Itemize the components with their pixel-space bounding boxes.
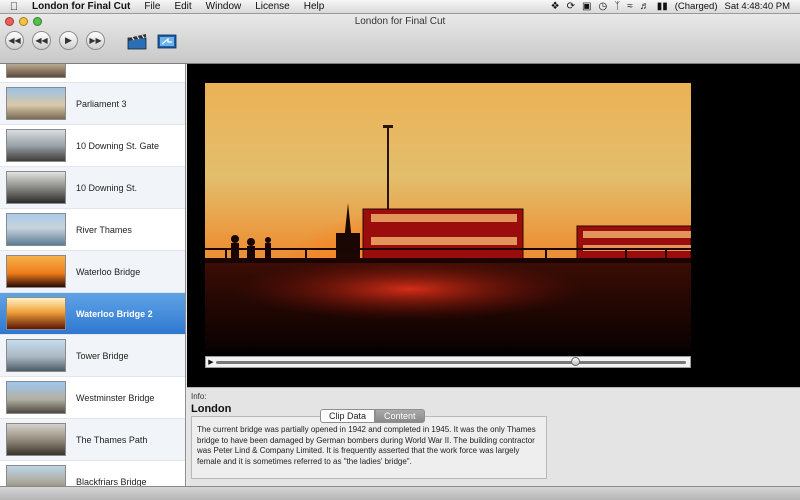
volume-icon[interactable]: ♬ <box>640 1 650 13</box>
clip-thumbnail <box>6 213 66 246</box>
clip-list-item[interactable]: 10 Downing St. <box>0 167 185 209</box>
menu-file[interactable]: File <box>137 0 167 14</box>
clip-thumbnail <box>6 381 66 414</box>
clip-list-item[interactable]: Tower Bridge <box>0 335 185 377</box>
clip-list-item[interactable]: The Thames Path <box>0 419 185 461</box>
wifi-icon[interactable]: ≈ <box>627 1 633 13</box>
window-bottom-bar <box>0 486 800 500</box>
menu-license[interactable]: License <box>248 0 296 14</box>
clip-thumbnail <box>6 423 66 456</box>
clip-label: Parliament 3 <box>76 98 127 109</box>
clip-list-item[interactable]: Parliament 3 <box>0 83 185 125</box>
clip-label: 10 Downing St. Gate <box>76 140 160 151</box>
scrubber-knob[interactable] <box>570 356 580 366</box>
clapper-board-icon[interactable] <box>127 32 147 50</box>
battery-icon[interactable]: ▮▮ <box>657 1 668 13</box>
playback-scrubber[interactable]: ▶ <box>205 356 691 368</box>
info-tabs: Clip Data Content <box>320 409 425 423</box>
rewind-button[interactable]: ◀◀ <box>32 31 51 50</box>
clip-list-item[interactable]: 10 Downing St. Gate <box>0 125 185 167</box>
menu-window[interactable]: Window <box>199 0 249 14</box>
clip-list-item[interactable]: Waterloo Bridge <box>0 251 185 293</box>
clip-thumbnail <box>6 171 66 204</box>
window-title: London for Final Cut <box>354 16 446 27</box>
info-label: Info: <box>191 392 207 401</box>
fast-forward-button[interactable]: ▶▶ <box>86 31 105 50</box>
tab-content[interactable]: Content <box>375 409 425 423</box>
skip-back-button[interactable]: ◀◀ <box>5 31 24 50</box>
skip-back-icon: ◀◀ <box>8 36 21 45</box>
clip-thumbnail <box>6 339 66 372</box>
video-frame[interactable] <box>205 83 691 350</box>
clip-thumbnail <box>6 87 66 120</box>
clip-list-item[interactable] <box>0 64 185 83</box>
clip-list-item[interactable]: Waterloo Bridge 2 <box>0 293 185 335</box>
toolbar: ◀◀ ◀◀ ▶ ▶▶ <box>5 31 177 50</box>
dropbox-icon[interactable]: ❖ <box>551 1 560 13</box>
menu-app-name[interactable]: London for Final Cut <box>28 0 137 14</box>
fast-forward-icon: ▶▶ <box>89 36 102 45</box>
tab-clip-data[interactable]: Clip Data <box>320 409 376 423</box>
clip-thumbnail <box>6 255 66 288</box>
battery-status[interactable]: (Charged) <box>675 1 718 12</box>
clip-thumbnail <box>6 465 66 486</box>
status-tray: ❖ ⟳ ▣ ◷ ᛉ ≈ ♬ ▮▮ (Charged) Sat 4:48:40 P… <box>551 1 800 13</box>
scrubber-play-icon[interactable]: ▶ <box>206 358 216 366</box>
clip-label: 10 Downing St. <box>76 182 138 193</box>
scrubber-track[interactable] <box>216 356 686 366</box>
clip-list-sidebar[interactable]: Parliament 3 10 Downing St. Gate 10 Downin… <box>0 64 186 486</box>
clip-label: Blackfriars Bridge <box>76 476 147 487</box>
window-titlebar: London for Final Cut ◀◀ ◀◀ ▶ ▶▶ <box>0 14 800 64</box>
menu-bar:  London for Final Cut File Edit Window … <box>0 0 800 14</box>
clip-label: Waterloo Bridge 2 <box>76 308 153 319</box>
sync-icon[interactable]: ⟳ <box>567 1 575 13</box>
clip-list-item[interactable]: River Thames <box>0 209 185 251</box>
clip-label: Waterloo Bridge <box>76 266 141 277</box>
clip-list-item[interactable]: Westminster Bridge <box>0 377 185 419</box>
export-to-final-cut-icon[interactable] <box>157 32 177 50</box>
play-button[interactable]: ▶ <box>59 31 78 50</box>
video-pane: ▶ <box>187 64 800 387</box>
clip-label: Westminster Bridge <box>76 392 155 403</box>
rewind-icon: ◀◀ <box>35 36 48 45</box>
play-icon: ▶ <box>65 35 72 45</box>
clip-description: The current bridge was partially opened … <box>191 416 547 479</box>
info-title: London <box>191 403 232 415</box>
clip-thumbnail <box>6 297 66 330</box>
menu-edit[interactable]: Edit <box>167 0 198 14</box>
clock[interactable]: Sat 4:48:40 PM <box>725 1 790 12</box>
info-panel: Info: London Clip Data Content The curre… <box>187 387 800 486</box>
bluetooth-icon[interactable]: ᛉ <box>614 1 620 13</box>
clip-label: Tower Bridge <box>76 350 129 361</box>
clip-list-item[interactable]: Blackfriars Bridge <box>0 461 185 487</box>
clip-thumbnail <box>6 64 66 78</box>
display-icon[interactable]: ▣ <box>582 1 591 13</box>
clip-list: Parliament 3 10 Downing St. Gate 10 Downin… <box>0 64 185 487</box>
apple-icon[interactable]:  <box>0 1 28 13</box>
menu-help[interactable]: Help <box>297 0 332 14</box>
clip-label: The Thames Path <box>76 434 148 445</box>
time-machine-icon[interactable]: ◷ <box>598 1 607 13</box>
clip-thumbnail <box>6 129 66 162</box>
clip-label: River Thames <box>76 224 132 235</box>
